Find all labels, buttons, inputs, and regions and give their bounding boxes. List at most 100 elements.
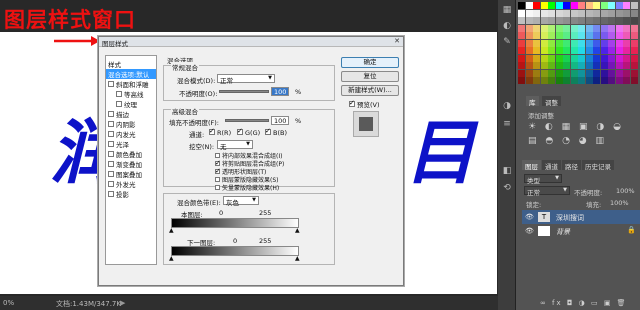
channel-b[interactable]: B(B) [265, 127, 287, 137]
channel-g[interactable]: G(G) [237, 127, 260, 137]
color-swatch[interactable] [555, 69, 563, 77]
color-swatch[interactable] [533, 47, 540, 54]
color-swatch[interactable] [623, 69, 630, 77]
color-swatch[interactable] [540, 77, 548, 84]
blend-if-select[interactable]: 灰色 [223, 196, 259, 207]
style-list-item[interactable]: 描边 [108, 109, 129, 119]
color-swatch[interactable] [518, 32, 525, 39]
color-swatch[interactable] [578, 62, 585, 69]
color-swatch[interactable] [525, 32, 533, 39]
color-swatch[interactable] [593, 77, 600, 84]
checkbox[interactable] [108, 171, 114, 177]
color-swatch[interactable] [585, 39, 593, 47]
color-swatch[interactable] [600, 39, 608, 47]
under-layer-min-handle-icon[interactable]: ▲ [169, 255, 174, 262]
color-swatch[interactable] [563, 47, 570, 54]
style-list-item[interactable]: 等高线 [116, 89, 144, 99]
color-swatch[interactable] [623, 2, 630, 9]
color-swatch[interactable] [578, 24, 585, 32]
color-swatch[interactable] [563, 2, 570, 9]
color-swatch[interactable] [578, 54, 585, 62]
checkbox[interactable] [108, 131, 114, 137]
style-list-item[interactable]: 图案叠加 [108, 169, 142, 179]
color-swatch[interactable] [585, 47, 593, 54]
tab-paths[interactable]: 路径 [562, 160, 581, 171]
color-swatch[interactable] [578, 17, 585, 24]
color-swatch[interactable] [555, 77, 563, 84]
color-swatch[interactable] [630, 77, 638, 84]
color-swatch[interactable] [540, 9, 548, 17]
color-swatch[interactable] [585, 24, 593, 32]
color-swatch[interactable] [615, 2, 623, 9]
color-swatch[interactable] [548, 47, 555, 54]
knockout-select[interactable]: 无 [217, 140, 253, 151]
color-swatch[interactable] [563, 17, 570, 24]
color-swatch[interactable] [533, 32, 540, 39]
zoom-readout[interactable]: 0% [3, 299, 14, 307]
layer-blend-mode[interactable]: 正常 [524, 186, 570, 197]
color-swatch[interactable] [570, 39, 578, 47]
color-swatch[interactable] [578, 47, 585, 54]
color-swatch[interactable] [518, 77, 525, 84]
color-swatch[interactable] [525, 2, 533, 9]
color-swatch[interactable] [563, 39, 570, 47]
color-swatch[interactable] [593, 62, 600, 69]
style-list-item[interactable]: 内发光 [108, 129, 136, 139]
color-swatch[interactable] [570, 24, 578, 32]
color-swatch[interactable] [525, 17, 533, 24]
color-swatch[interactable] [548, 17, 555, 24]
color-swatch[interactable] [593, 54, 600, 62]
color-swatch[interactable] [578, 39, 585, 47]
dialog-title-bar[interactable]: 图层样式 ✕ [99, 37, 403, 48]
swatch-grid[interactable] [518, 2, 640, 90]
color-swatch[interactable] [570, 77, 578, 84]
color-swatch[interactable] [548, 2, 555, 9]
color-swatch[interactable] [570, 62, 578, 69]
color-swatch[interactable] [608, 47, 615, 54]
color-swatch[interactable] [555, 62, 563, 69]
color-swatch[interactable] [518, 17, 525, 24]
color-swatch[interactable] [630, 24, 638, 32]
color-swatch[interactable] [608, 24, 615, 32]
color-swatch[interactable] [518, 39, 525, 47]
color-swatch[interactable] [593, 39, 600, 47]
color-swatch[interactable] [608, 32, 615, 39]
this-layer-max-handle-icon[interactable]: ▲ [295, 227, 300, 234]
color-swatch[interactable] [615, 24, 623, 32]
color-swatch[interactable] [525, 39, 533, 47]
color-swatch[interactable] [555, 32, 563, 39]
color-swatch[interactable] [585, 54, 593, 62]
color-swatch[interactable] [615, 54, 623, 62]
color-swatch[interactable] [600, 62, 608, 69]
color-swatch[interactable] [570, 2, 578, 9]
color-swatch[interactable] [623, 32, 630, 39]
opacity-input[interactable]: 100 [271, 87, 289, 96]
color-swatch[interactable] [593, 32, 600, 39]
color-swatch[interactable] [630, 39, 638, 47]
color-swatch[interactable] [548, 39, 555, 47]
color-swatch[interactable] [563, 54, 570, 62]
checkbox[interactable] [108, 151, 114, 157]
layer-kind-filter[interactable]: 类型 [524, 174, 562, 185]
color-swatch[interactable] [548, 62, 555, 69]
checkbox[interactable] [108, 81, 114, 87]
style-list-item[interactable]: 渐变叠加 [108, 159, 142, 169]
color-swatch[interactable] [585, 2, 593, 9]
color-swatch[interactable] [578, 77, 585, 84]
color-swatch[interactable] [548, 77, 555, 84]
color-swatch[interactable] [533, 39, 540, 47]
color-swatch[interactable] [578, 2, 585, 9]
color-swatch[interactable] [540, 17, 548, 24]
color-swatch[interactable] [548, 24, 555, 32]
color-swatch[interactable] [585, 77, 593, 84]
color-swatch[interactable] [600, 32, 608, 39]
color-swatch[interactable] [600, 9, 608, 17]
style-list-item[interactable]: 斜面和浮雕 [108, 79, 149, 89]
color-swatch[interactable] [630, 9, 638, 17]
color-swatch[interactable] [518, 24, 525, 32]
color-swatch[interactable] [615, 17, 623, 24]
color-swatch[interactable] [563, 62, 570, 69]
color-swatch[interactable] [525, 54, 533, 62]
color-swatch[interactable] [540, 39, 548, 47]
color-swatch[interactable] [518, 47, 525, 54]
